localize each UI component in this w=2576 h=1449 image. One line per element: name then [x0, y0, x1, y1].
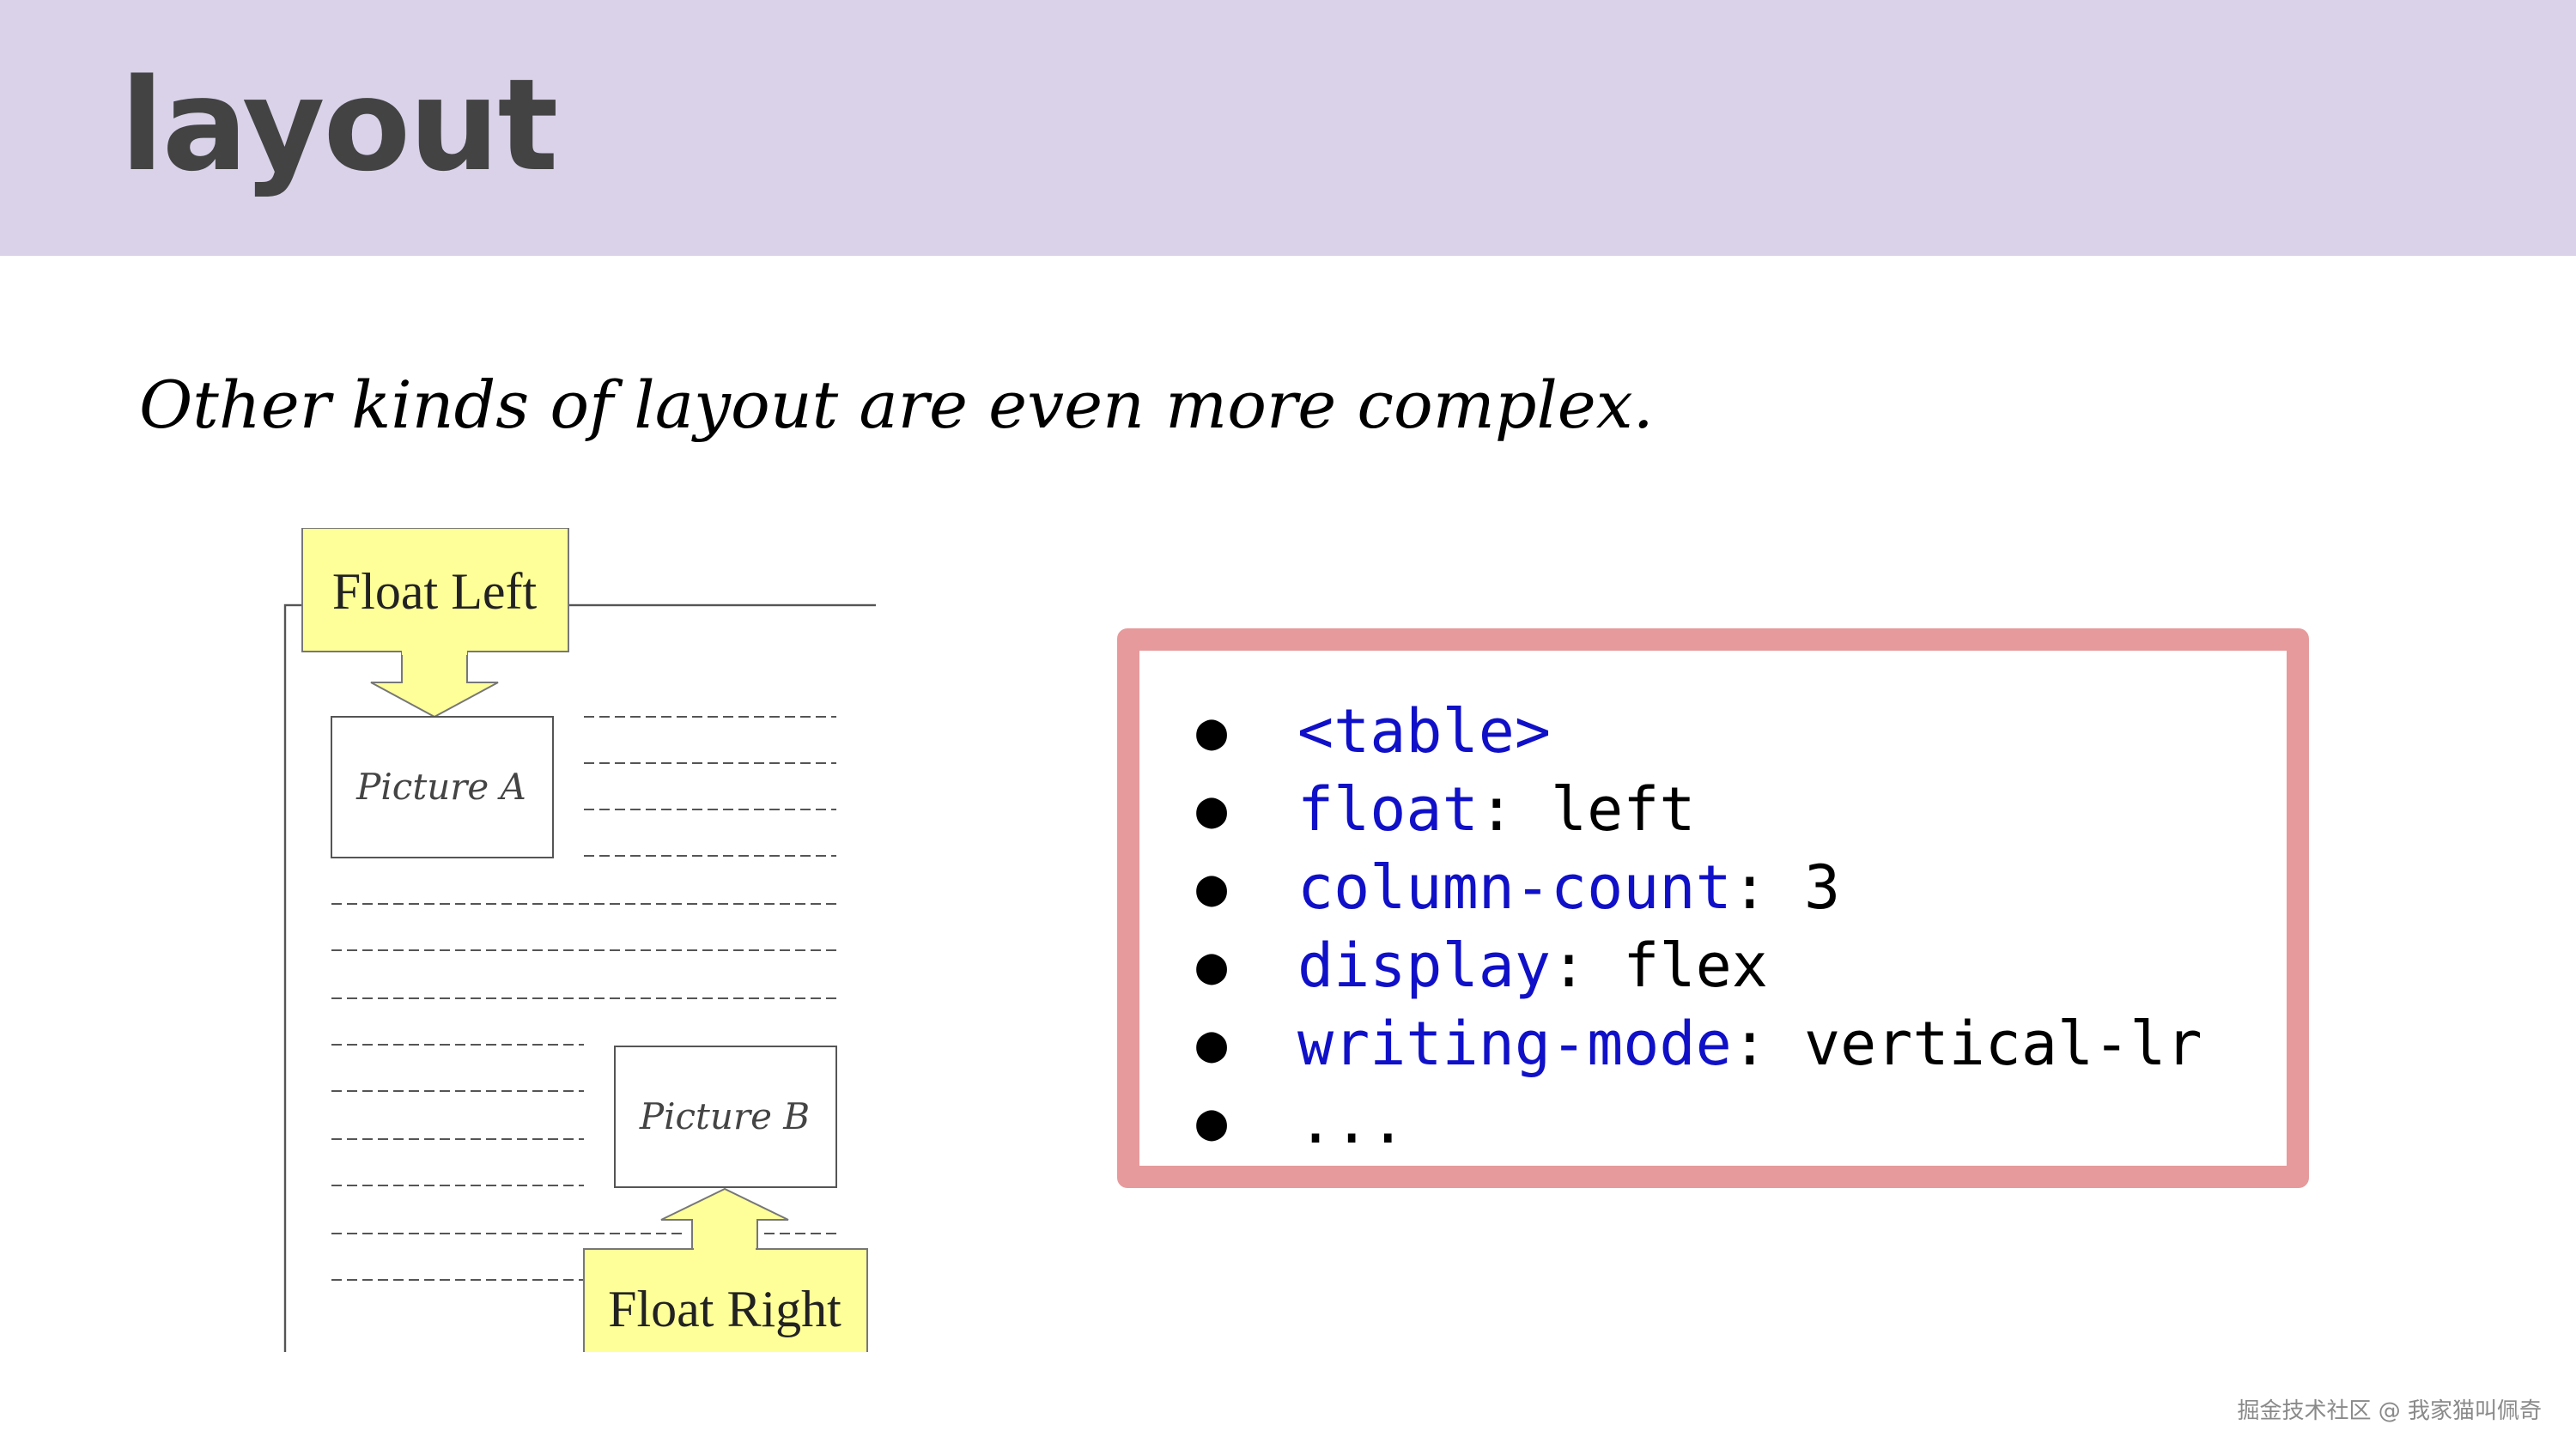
float-left-label: Float Left [332, 563, 538, 620]
bullet-icon: ● [1196, 779, 1228, 840]
float-diagram-svg: Float Left Picture A Picture B Float Rig… [283, 528, 876, 1352]
float-right-label: Float Right [608, 1281, 841, 1337]
css-keyword: <table> [1297, 695, 1552, 767]
picture-b-label: Picture B [639, 1095, 810, 1137]
css-value: : flex [1551, 930, 1768, 1001]
css-value: ... [1297, 1086, 1406, 1157]
css-property-item: ● writing-mode: vertical-lr [1196, 1004, 2202, 1082]
bullet-icon: ● [1196, 1013, 1228, 1074]
css-property-item: ● <table> [1196, 692, 2202, 770]
picture-a-label: Picture A [355, 766, 526, 808]
css-keyword: column-count [1297, 852, 1732, 923]
css-value: : vertical-lr [1731, 1008, 2202, 1079]
css-properties-box: ● <table> ● float: left ● column-count: 3 ● dis… [1117, 628, 2309, 1188]
bullet-icon: ● [1196, 857, 1228, 918]
css-value: : left [1478, 773, 1696, 845]
css-keyword: float [1297, 773, 1479, 845]
bullet-icon: ● [1196, 700, 1228, 761]
css-property-item: ● display: flex [1196, 926, 2202, 1004]
css-keyword: display [1297, 930, 1552, 1001]
css-property-item: ● float: left [1196, 770, 2202, 848]
bullet-icon: ● [1196, 935, 1228, 996]
header-bar: layout [0, 0, 2576, 256]
watermark: 掘金技术社区 @ 我家猫叫佩奇 [2237, 1398, 2542, 1424]
css-keyword: writing-mode [1297, 1008, 1732, 1079]
css-value: : 3 [1731, 852, 1841, 923]
page-title: layout [120, 52, 558, 199]
subtitle-text: Other kinds of layout are even more comp… [139, 367, 1654, 443]
bullet-icon: ● [1196, 1091, 1228, 1152]
css-properties-list: ● <table> ● float: left ● column-count: 3 ● dis… [1196, 692, 2202, 1161]
float-layout-illustration: Float Left Picture A Picture B Float Rig… [258, 528, 876, 1352]
css-property-item: ● column-count: 3 [1196, 848, 2202, 926]
css-property-item: ●... [1196, 1082, 2202, 1161]
